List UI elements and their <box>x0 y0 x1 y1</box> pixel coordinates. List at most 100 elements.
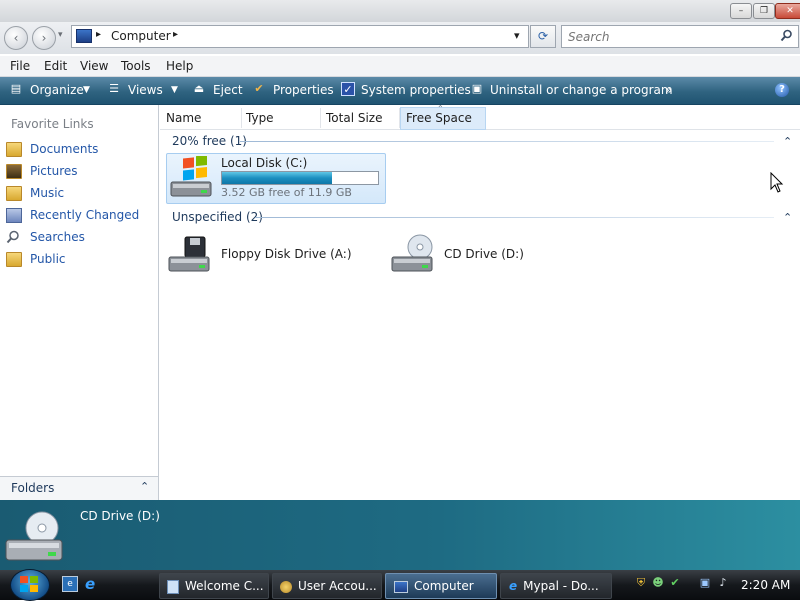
search-input[interactable] <box>562 26 784 47</box>
views-dropdown-icon[interactable]: ▼ <box>171 85 178 95</box>
minimize-button[interactable]: – <box>730 3 752 19</box>
details-title: CD Drive (D:) <box>80 509 160 523</box>
sidebar-item-music[interactable]: Music <box>30 186 64 200</box>
cd-drive-icon[interactable] <box>390 233 436 277</box>
taskbar-label: User Accou... <box>298 579 377 593</box>
windows-logo-icon[interactable] <box>19 575 39 593</box>
drive-name-local-disk-c[interactable]: Local Disk (C:) <box>221 156 307 170</box>
pictures-folder-icon <box>6 164 22 179</box>
column-divider[interactable] <box>241 108 242 128</box>
navigation-pane <box>0 105 159 500</box>
taskbar-button-welcome[interactable]: Welcome C... <box>159 573 269 599</box>
uninstall-button[interactable]: Uninstall or change a program <box>490 83 673 97</box>
close-button[interactable]: ✕ <box>775 3 800 19</box>
eject-button[interactable]: Eject <box>213 83 243 97</box>
drive-name-cd-d[interactable]: CD Drive (D:) <box>444 247 524 261</box>
group-header-unspecified[interactable]: Unspecified (2) <box>172 210 263 224</box>
group-divider <box>240 141 774 142</box>
column-header-free-space[interactable]: Free Space <box>406 111 472 125</box>
uninstall-icon[interactable]: ▣ <box>470 82 484 96</box>
user-tray-icon[interactable]: ☻ <box>651 576 665 590</box>
refresh-button[interactable]: ⟳ <box>530 25 556 48</box>
network-icon[interactable]: ▣ <box>698 576 712 590</box>
menu-view[interactable]: View <box>80 59 108 73</box>
menu-file[interactable]: File <box>10 59 30 73</box>
properties-button[interactable]: Properties <box>273 83 334 97</box>
taskbar-label: Mypal - Do... <box>523 579 599 593</box>
column-divider[interactable] <box>320 108 321 128</box>
back-button[interactable]: ‹ <box>4 26 28 50</box>
taskbar-button-user-accounts[interactable]: User Accou... <box>272 573 382 599</box>
group-collapse-icon[interactable]: ⌃ <box>783 211 792 224</box>
group-collapse-icon[interactable]: ⌃ <box>783 135 792 148</box>
views-button[interactable]: Views <box>128 83 163 97</box>
organize-dropdown-icon[interactable]: ▼ <box>83 85 90 95</box>
group-divider <box>255 217 774 218</box>
local-disk-icon <box>170 156 212 197</box>
address-location[interactable]: Computer <box>111 29 171 43</box>
favorite-links-heading: Favorite Links <box>11 117 94 131</box>
more-commands-button[interactable]: » <box>665 83 672 97</box>
column-header-name[interactable]: Name <box>166 111 201 125</box>
group-header-20-percent-free[interactable]: 20% free (1) <box>172 134 247 148</box>
cd-drive-large-icon <box>5 511 63 561</box>
clock[interactable]: 2:20 AM <box>741 578 790 592</box>
sidebar-item-searches[interactable]: Searches <box>30 230 85 244</box>
public-folder-icon <box>6 252 22 267</box>
column-header-type[interactable]: Type <box>246 111 274 125</box>
drive-name-floppy-a[interactable]: Floppy Disk Drive (A:) <box>221 247 352 261</box>
music-folder-icon <box>6 186 22 201</box>
sidebar-item-documents[interactable]: Documents <box>30 142 98 156</box>
address-separator-icon[interactable]: ▸ <box>96 29 101 40</box>
internet-explorer-icon[interactable]: e <box>85 575 95 593</box>
checkmark-tray-icon[interactable]: ✔ <box>668 576 682 590</box>
folders-label[interactable]: Folders <box>11 481 54 495</box>
sidebar-item-recently-changed[interactable]: Recently Changed <box>30 208 139 222</box>
system-properties-button[interactable]: System properties <box>361 83 471 97</box>
menu-edit[interactable]: Edit <box>44 59 67 73</box>
properties-check-icon[interactable]: ✔ <box>252 82 266 96</box>
security-shield-icon[interactable]: ⛨ <box>634 576 648 590</box>
disk-usage-bar <box>221 171 379 185</box>
recent-pages-dropdown-icon[interactable]: ▾ <box>58 30 63 40</box>
drive-free-space-text: 3.52 GB free of 11.9 GB <box>221 186 352 199</box>
taskbar-button-computer[interactable]: Computer <box>385 573 497 599</box>
address-dropdown-icon[interactable]: ▾ <box>514 29 520 42</box>
column-divider[interactable] <box>399 108 400 128</box>
documents-folder-icon <box>6 142 22 157</box>
search-icon[interactable] <box>780 29 793 42</box>
disk-usage-bar-fill <box>222 172 332 184</box>
floppy-drive-icon[interactable] <box>167 233 213 277</box>
maximize-button[interactable]: ❐ <box>753 3 775 19</box>
volume-icon[interactable]: ♪ <box>716 576 730 590</box>
taskbar-button-mypal[interactable]: e Mypal - Do... <box>500 573 612 599</box>
search-box[interactable] <box>561 25 799 48</box>
document-icon <box>167 579 179 594</box>
show-desktop-icon[interactable]: e <box>62 576 78 592</box>
computer-icon <box>394 580 408 593</box>
sidebar-item-pictures[interactable]: Pictures <box>30 164 78 178</box>
folders-collapse-icon[interactable]: ⌃ <box>140 480 149 493</box>
views-icon[interactable]: ☰ <box>107 82 121 96</box>
column-header-total-size[interactable]: Total Size <box>326 111 382 125</box>
help-icon[interactable]: ? <box>775 83 789 97</box>
menu-tools[interactable]: Tools <box>121 59 151 73</box>
address-chevron-icon[interactable]: ▸ <box>173 29 178 40</box>
user-accounts-icon <box>280 580 292 593</box>
menu-help[interactable]: Help <box>166 59 193 73</box>
sidebar-item-public[interactable]: Public <box>30 252 66 266</box>
system-properties-icon[interactable]: ✓ <box>341 82 355 96</box>
forward-button[interactable]: › <box>32 26 56 50</box>
sort-ascending-icon: ⌃ <box>437 104 444 113</box>
organize-icon[interactable]: ▤ <box>9 82 23 96</box>
organize-button[interactable]: Organize <box>30 83 84 97</box>
recently-changed-icon <box>6 208 22 223</box>
title-bar[interactable] <box>0 0 800 22</box>
mouse-cursor-icon <box>770 172 784 193</box>
taskbar-label: Welcome C... <box>185 579 264 593</box>
menu-bar <box>0 56 800 77</box>
searches-icon <box>6 230 19 244</box>
eject-icon[interactable]: ⏏ <box>192 82 206 96</box>
taskbar-label: Computer <box>414 579 474 593</box>
computer-icon <box>76 29 92 43</box>
